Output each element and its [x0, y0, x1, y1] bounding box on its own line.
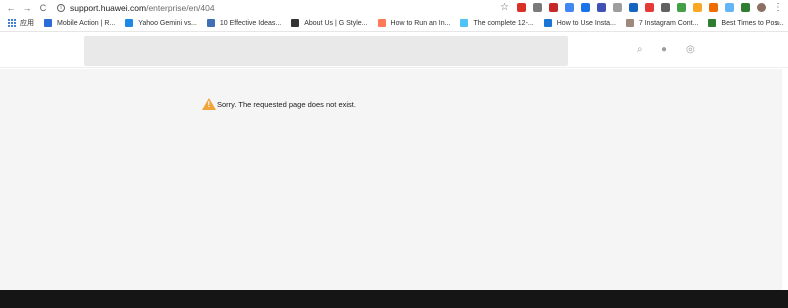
bookmark-item[interactable]: How to Use Insta...	[543, 19, 616, 27]
wave-icon	[543, 19, 552, 27]
rocket-icon	[44, 19, 52, 27]
scrollbar[interactable]	[782, 69, 788, 290]
apps-shortcut[interactable]: 应用	[8, 18, 34, 28]
bookmark-label: The complete 12-...	[473, 19, 534, 27]
user-icon[interactable]: ●	[661, 44, 667, 56]
ext-icon-1[interactable]	[517, 3, 526, 12]
ext-icon-8[interactable]	[629, 3, 638, 12]
bookmark-label: 10 Effective Ideas...	[219, 19, 282, 27]
more-bookmarks-icon[interactable]: »	[776, 18, 780, 27]
extensions-area: ☆ ⋮	[500, 0, 788, 15]
error-message: Sorry. The requested page does not exist…	[217, 99, 356, 109]
bookmark-label: About Us | G Style...	[304, 19, 368, 27]
g-style-icon	[291, 19, 300, 27]
browser-toolbar: ← → C i support.huawei.com/enterprise/en…	[0, 0, 788, 15]
hubspot-icon	[377, 19, 386, 27]
ext-icon-14[interactable]	[725, 3, 734, 12]
bookmark-item[interactable]: Best Times to Pos...	[708, 19, 784, 27]
apps-label: 应用	[20, 20, 34, 27]
url-path: /enterprise/en/404	[146, 2, 215, 13]
bookmark-item[interactable]: The complete 12-...	[460, 19, 534, 27]
cloud-icon	[460, 19, 469, 27]
ext-icon-9[interactable]	[645, 3, 654, 12]
chart-icon	[206, 19, 215, 27]
main-content: Sorry. The requested page does not exist…	[0, 69, 782, 290]
flag-icon	[708, 19, 717, 27]
site-header: ⌕ ● ◎	[0, 33, 788, 68]
forward-arrow-icon[interactable]: →	[19, 0, 35, 15]
ext-icon-15[interactable]	[741, 3, 750, 12]
ext-icon-12[interactable]	[693, 3, 702, 12]
ext-icon-2[interactable]	[533, 3, 542, 12]
globe-icon[interactable]: ◎	[686, 44, 695, 56]
bookmark-item[interactable]: 7 Instagram Cont...	[625, 19, 699, 27]
url-host: support.huawei.com	[70, 2, 147, 13]
search-icon[interactable]: ⌕	[637, 44, 643, 56]
bookmark-item[interactable]: About Us | G Style...	[291, 19, 368, 27]
pencil-icon	[125, 19, 134, 27]
ext-icon-5[interactable]	[581, 3, 590, 12]
reload-icon[interactable]: C	[35, 0, 51, 15]
ext-icon-3[interactable]	[549, 3, 558, 12]
bookmark-label: Mobile Action | R...	[57, 19, 116, 27]
ext-icon-4[interactable]	[565, 3, 574, 12]
browser-menu-icon[interactable]: ⋮	[773, 3, 783, 13]
bookmark-item[interactable]: 10 Effective Ideas...	[206, 19, 282, 27]
ext-icon-11[interactable]	[677, 3, 686, 12]
ext-icon-7[interactable]	[613, 3, 622, 12]
bookmark-item[interactable]: Mobile Action | R...	[44, 19, 115, 27]
site-footer	[0, 290, 788, 308]
profile-avatar-icon[interactable]	[757, 3, 766, 12]
bookmark-item[interactable]: How to Run an In...	[377, 19, 451, 27]
bookmark-label: Yahoo Gemini vs...	[138, 19, 197, 27]
bookmark-item[interactable]: Yahoo Gemini vs...	[125, 19, 197, 27]
back-arrow-icon[interactable]: ←	[3, 0, 19, 15]
page: ← → C i support.huawei.com/enterprise/en…	[0, 0, 788, 308]
avatar-icon	[625, 19, 634, 27]
error-message-row: Sorry. The requested page does not exist…	[202, 98, 356, 110]
address-bar[interactable]: i support.huawei.com/enterprise/en/404	[57, 1, 215, 14]
warning-icon	[202, 98, 216, 110]
site-info-icon[interactable]: i	[57, 3, 65, 12]
ext-icon-10[interactable]	[661, 3, 670, 12]
ext-icon-13[interactable]	[709, 3, 718, 12]
search-panel[interactable]	[84, 36, 568, 66]
bookmark-label: Best Times to Pos...	[721, 19, 784, 27]
bookmark-star-icon[interactable]: ☆	[500, 3, 509, 13]
bookmark-label: How to Run an In...	[390, 19, 451, 27]
bookmarks-bar: 应用 Mobile Action | R... Yahoo Gemini vs..…	[0, 15, 788, 32]
bookmark-label: How to Use Insta...	[556, 19, 616, 27]
bookmark-label: 7 Instagram Cont...	[638, 19, 699, 27]
apps-grid-icon	[8, 19, 16, 27]
ext-icon-6[interactable]	[597, 3, 606, 12]
